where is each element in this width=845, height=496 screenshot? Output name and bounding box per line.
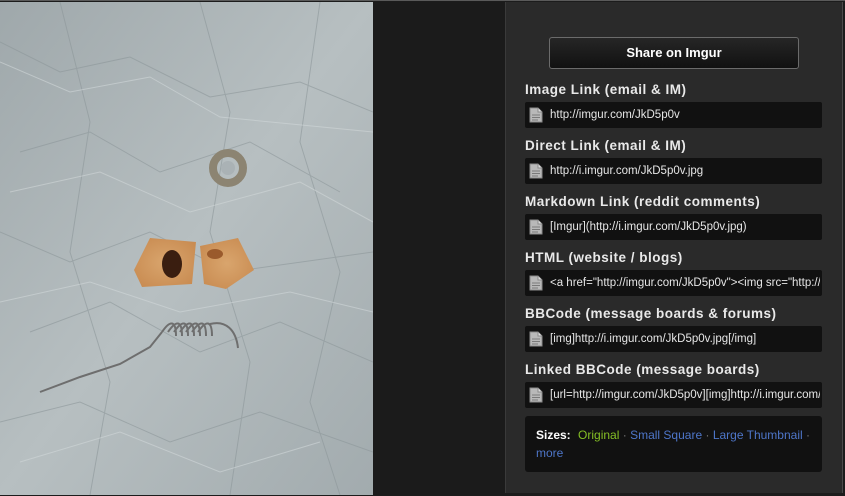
markdown-link-value[interactable]: [Imgur](http://i.imgur.com/JkD5p0v.jpg) — [550, 214, 820, 240]
image-link-label: Image Link (email & IM) — [525, 82, 687, 97]
photo-image — [0, 2, 373, 495]
linked-bbcode-link-label: Linked BBCode (message boards) — [525, 362, 760, 377]
direct-link-label: Direct Link (email & IM) — [525, 138, 687, 153]
html-link-group: HTML (website / blogs) <a href="http://i… — [525, 249, 822, 296]
linked-bbcode-link-field[interactable]: [url=http://imgur.com/JkD5p0v][img]http:… — [525, 382, 822, 408]
linked-bbcode-link-value[interactable]: [url=http://imgur.com/JkD5p0v][img]http:… — [550, 382, 820, 408]
sizes-label: Sizes: — [536, 428, 571, 442]
document-icon — [529, 387, 543, 403]
html-link-value[interactable]: <a href="http://imgur.com/JkD5p0v"><img … — [550, 270, 820, 296]
document-icon — [529, 163, 543, 179]
document-icon — [529, 219, 543, 235]
document-icon — [529, 275, 543, 291]
document-icon — [529, 107, 543, 123]
image-link-field[interactable]: http://imgur.com/JkD5p0v — [525, 102, 822, 128]
separator: · — [806, 428, 810, 442]
share-on-imgur-button[interactable]: Share on Imgur — [549, 37, 799, 69]
bbcode-link-value[interactable]: [img]http://i.imgur.com/JkD5p0v.jpg[/img… — [550, 326, 820, 352]
separator: · — [705, 428, 710, 442]
markdown-link-label: Markdown Link (reddit comments) — [525, 194, 761, 209]
share-panel: Share on Imgur Image Link (email & IM) h… — [505, 2, 843, 493]
size-original-link[interactable]: Original — [578, 428, 619, 442]
image-link-group: Image Link (email & IM) http://imgur.com… — [525, 81, 822, 128]
markdown-link-field[interactable]: [Imgur](http://i.imgur.com/JkD5p0v.jpg) — [525, 214, 822, 240]
image-link-value[interactable]: http://imgur.com/JkD5p0v — [550, 102, 820, 128]
direct-link-value[interactable]: http://i.imgur.com/JkD5p0v.jpg — [550, 158, 820, 184]
separator: · — [622, 428, 627, 442]
bbcode-link-group: BBCode (message boards & forums) [img]ht… — [525, 305, 822, 352]
direct-link-group: Direct Link (email & IM) http://i.imgur.… — [525, 137, 822, 184]
size-more-link[interactable]: more — [536, 446, 563, 460]
html-link-field[interactable]: <a href="http://imgur.com/JkD5p0v"><img … — [525, 270, 822, 296]
bbcode-link-field[interactable]: [img]http://i.imgur.com/JkD5p0v.jpg[/img… — [525, 326, 822, 352]
direct-link-field[interactable]: http://i.imgur.com/JkD5p0v.jpg — [525, 158, 822, 184]
viewer-background — [373, 2, 505, 495]
size-large-thumbnail-link[interactable]: Large Thumbnail — [713, 428, 803, 442]
linked-bbcode-link-group: Linked BBCode (message boards) [url=http… — [525, 361, 822, 408]
document-icon — [529, 331, 543, 347]
html-link-label: HTML (website / blogs) — [525, 250, 683, 265]
image-viewer-window: Share on Imgur Image Link (email & IM) h… — [0, 0, 845, 496]
bbcode-link-label: BBCode (message boards & forums) — [525, 306, 777, 321]
sizes-box: Sizes: Original · Small Square · Large T… — [525, 416, 822, 472]
uploaded-photo[interactable] — [0, 2, 373, 495]
markdown-link-group: Markdown Link (reddit comments) [Imgur](… — [525, 193, 822, 240]
size-small-square-link[interactable]: Small Square — [630, 428, 702, 442]
